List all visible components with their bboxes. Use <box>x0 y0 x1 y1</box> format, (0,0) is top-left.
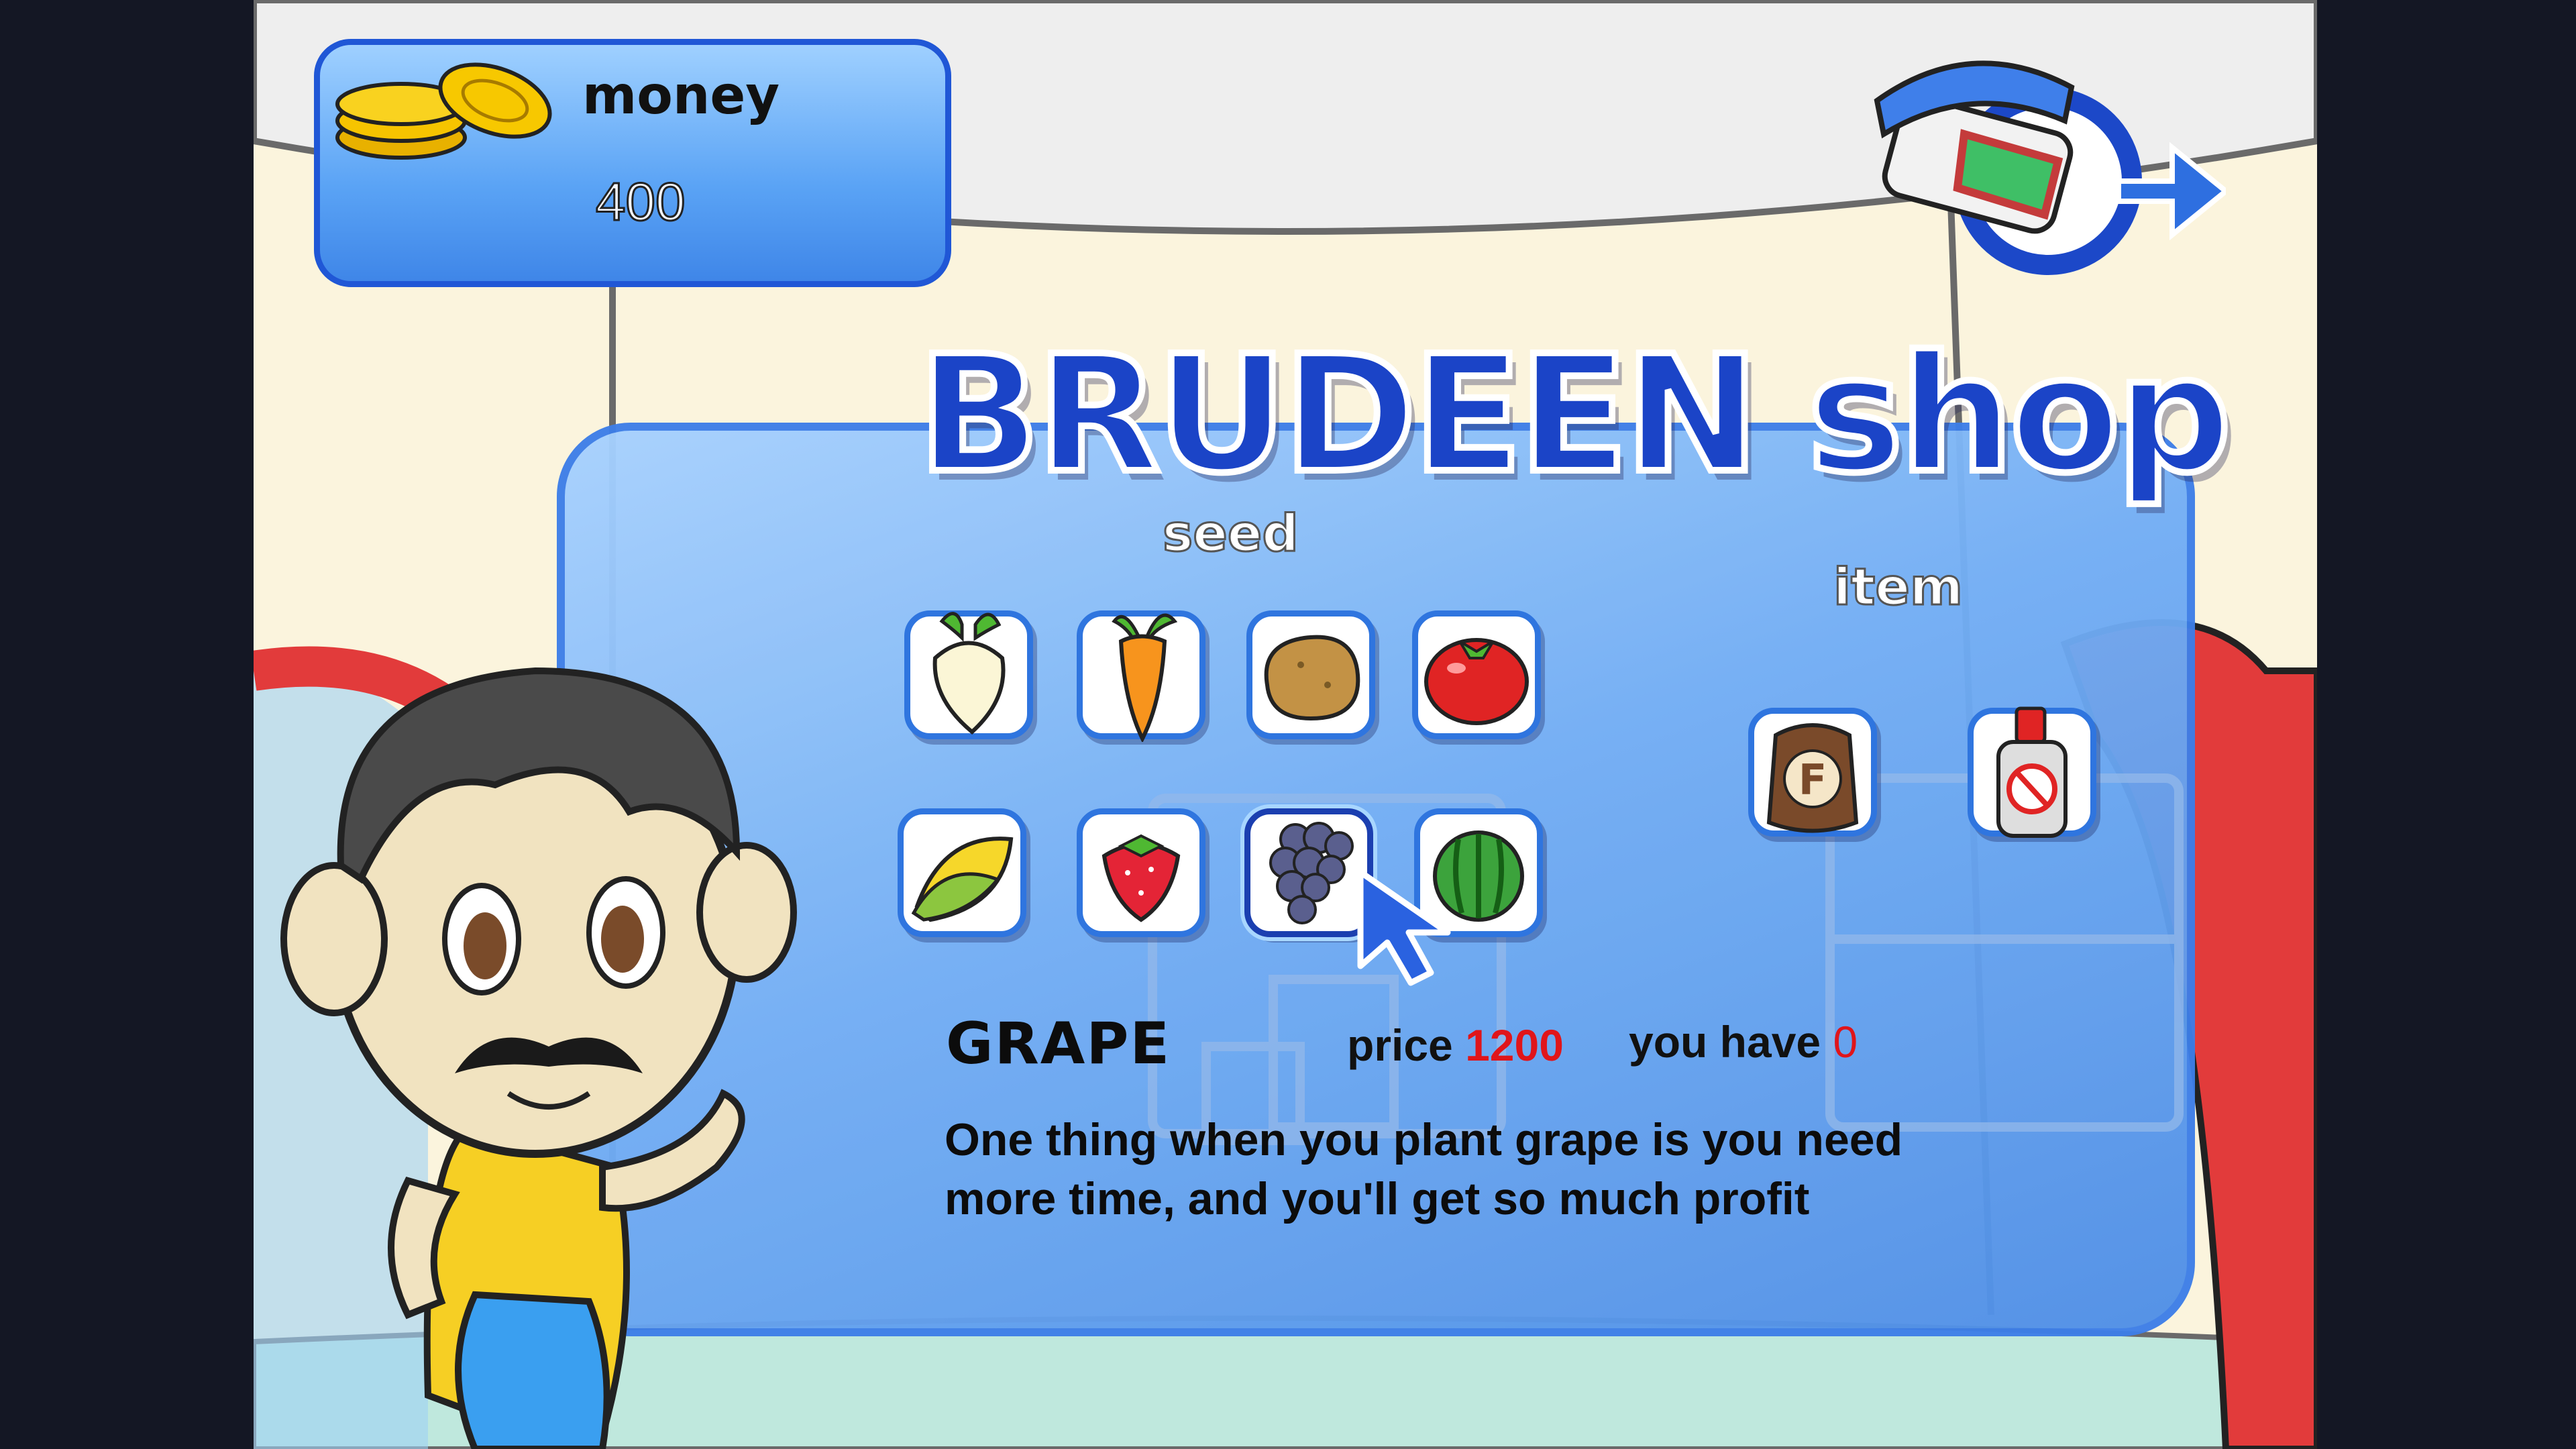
carrot-seed-tile[interactable] <box>1077 610 1205 742</box>
money-value: 400 <box>594 171 686 233</box>
strawberry-seed-tile[interactable] <box>1077 808 1205 937</box>
strawberry-icon <box>1102 834 1181 922</box>
owned-value: 0 <box>1833 1017 1858 1067</box>
pointer-cursor-icon <box>1357 869 1451 986</box>
pesticide-bottle-icon <box>1996 706 2068 838</box>
price-label: price <box>1347 1020 1453 1070</box>
owned-label: you have <box>1629 1017 1821 1067</box>
potato-icon <box>1264 635 1360 721</box>
seed-section-label: seed <box>1162 502 1300 564</box>
shop-title: BRUDEEN shop <box>914 317 2235 512</box>
grape-icon <box>1269 822 1354 924</box>
radish-icon <box>932 612 1006 735</box>
game-stage: money 400 BRUDEEN shop seed item F GRAPE… <box>254 0 2317 1449</box>
fertilizer-item-tile[interactable]: F <box>1748 708 1877 837</box>
item-section-label: item <box>1832 556 1964 618</box>
owned-text: you have 0 <box>1629 1016 1858 1067</box>
coins-icon <box>335 62 552 160</box>
selected-item-name: GRAPE <box>946 1010 1171 1077</box>
money-label: money <box>582 66 780 126</box>
price-value: 1200 <box>1465 1020 1564 1070</box>
exit-shop-button[interactable] <box>1864 27 2226 282</box>
pesticide-item-tile[interactable] <box>1968 706 2096 838</box>
shopkeeper-character <box>280 667 797 1449</box>
price-text: price 1200 <box>1347 1020 1564 1071</box>
carrot-icon <box>1112 613 1178 742</box>
potato-seed-tile[interactable] <box>1246 610 1375 739</box>
svg-text:F: F <box>1799 755 1827 804</box>
item-description: One thing when you plant grape is you ne… <box>945 1114 1903 1224</box>
tomato-seed-tile[interactable] <box>1412 610 1541 739</box>
fertilizer-bag-icon: F <box>1766 723 1859 833</box>
tomato-icon <box>1424 638 1529 725</box>
